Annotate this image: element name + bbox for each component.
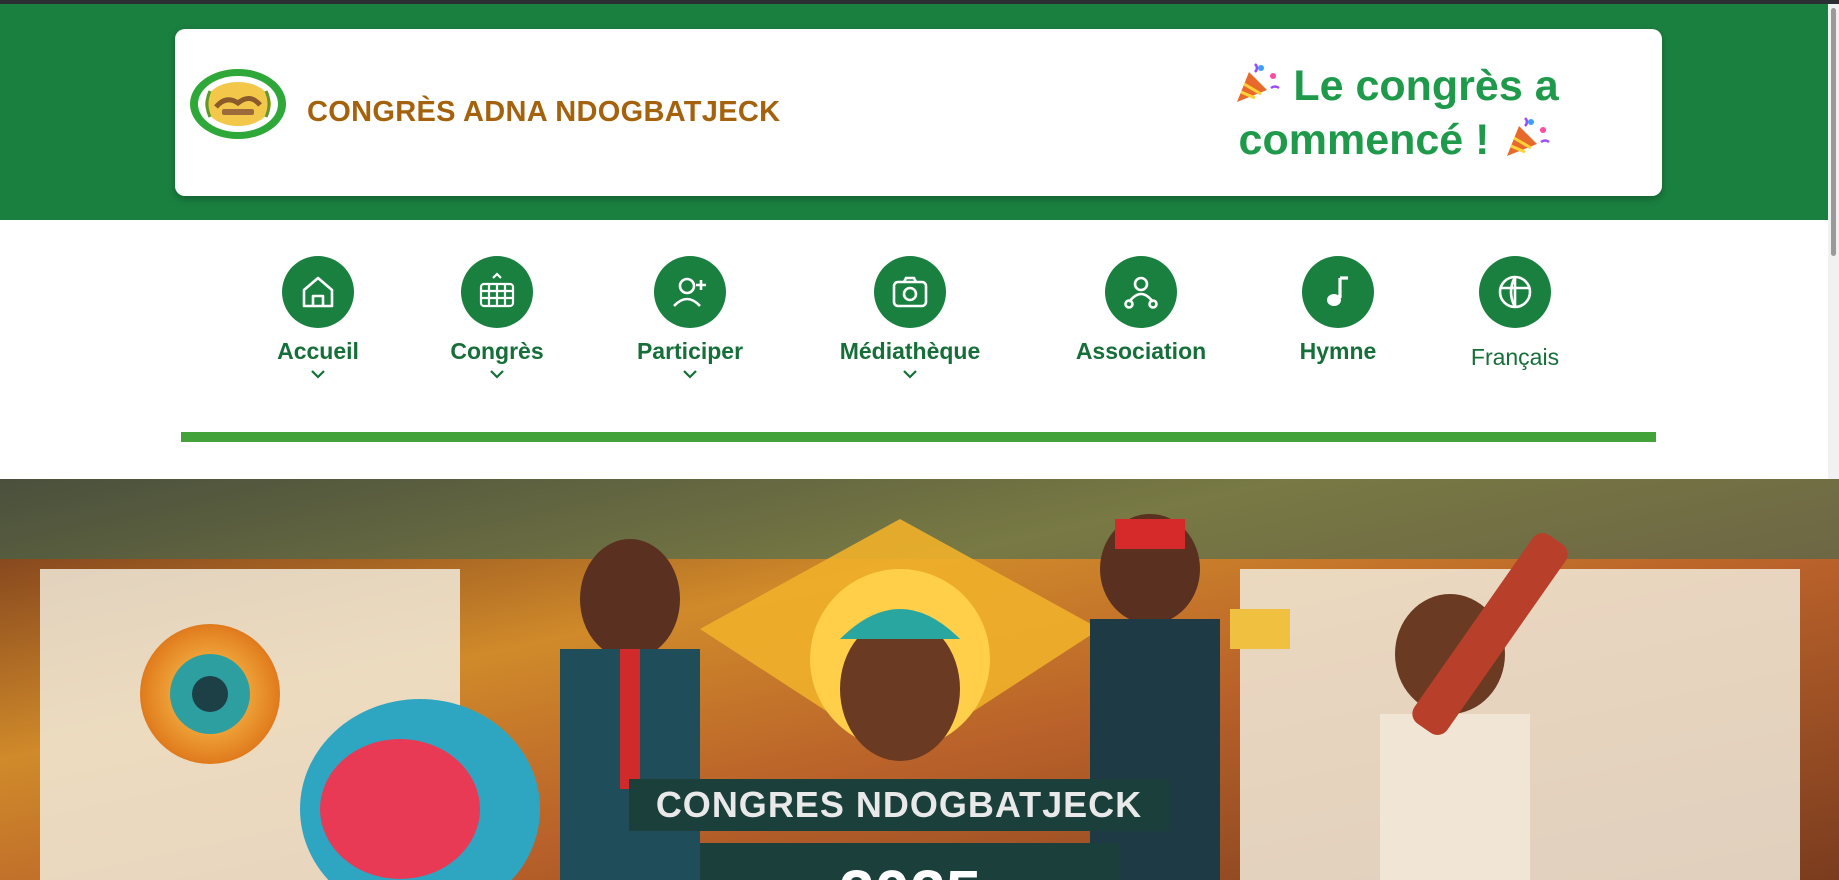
party-popper-icon: [1507, 117, 1551, 156]
announcement-line-1: Le congrès a: [1293, 62, 1559, 110]
site-title[interactable]: CONGRÈS ADNA NDOGBATJECK: [307, 96, 780, 129]
nav-item-hymne[interactable]: Hymne: [1258, 256, 1418, 365]
scrollbar-thumb[interactable]: [1831, 8, 1836, 256]
nav-item-association[interactable]: Association: [1061, 256, 1221, 365]
nav-label-hymne: Hymne: [1299, 338, 1377, 364]
hero-caption: CONGRES NDOGBATJECK: [629, 779, 1169, 831]
hero-banner: CONGRES NDOGBATJECK 2025: [0, 479, 1839, 880]
nav-label-association: Association: [1075, 338, 1207, 364]
announcement-line-2: commencé !: [1238, 116, 1490, 164]
hero-year: 2025: [700, 843, 1120, 880]
nav-divider: [181, 432, 1656, 442]
nav-item-mediatheque[interactable]: Médiathèque: [830, 256, 990, 384]
nav-label-mediatheque: Médiathèque: [839, 338, 981, 364]
nav-label-accueil: Accueil: [277, 338, 359, 364]
nav-item-accueil[interactable]: Accueil: [238, 256, 398, 384]
announcement-banner: Le congrès a commencé !: [1185, 59, 1605, 167]
user-plus-icon: [673, 277, 706, 307]
nav-label-congres: Congrès: [450, 338, 544, 364]
chevron-down-icon[interactable]: [682, 369, 698, 379]
chevron-down-icon[interactable]: [902, 369, 918, 379]
nav-label-participer: Participer: [636, 338, 744, 364]
header-card: CONGRÈS ADNA NDOGBATJECK Le congrès a co…: [175, 29, 1662, 196]
nav-item-participer[interactable]: Participer: [610, 256, 770, 384]
language-selector[interactable]: Français: [1435, 344, 1595, 371]
nav-item-language[interactable]: Français: [1435, 256, 1595, 371]
music-note-icon: [1327, 276, 1348, 306]
people-network-icon: [1124, 276, 1158, 309]
party-popper-icon: [1237, 63, 1281, 102]
site-logo-icon[interactable]: [188, 67, 288, 141]
calendar-icon: [479, 272, 515, 308]
nav-item-congres[interactable]: Congrès: [417, 256, 577, 384]
camera-icon: [892, 276, 928, 308]
globe-icon: [1498, 275, 1532, 309]
home-icon: [302, 276, 334, 308]
chevron-down-icon[interactable]: [489, 369, 505, 379]
chevron-down-icon[interactable]: [310, 369, 326, 379]
